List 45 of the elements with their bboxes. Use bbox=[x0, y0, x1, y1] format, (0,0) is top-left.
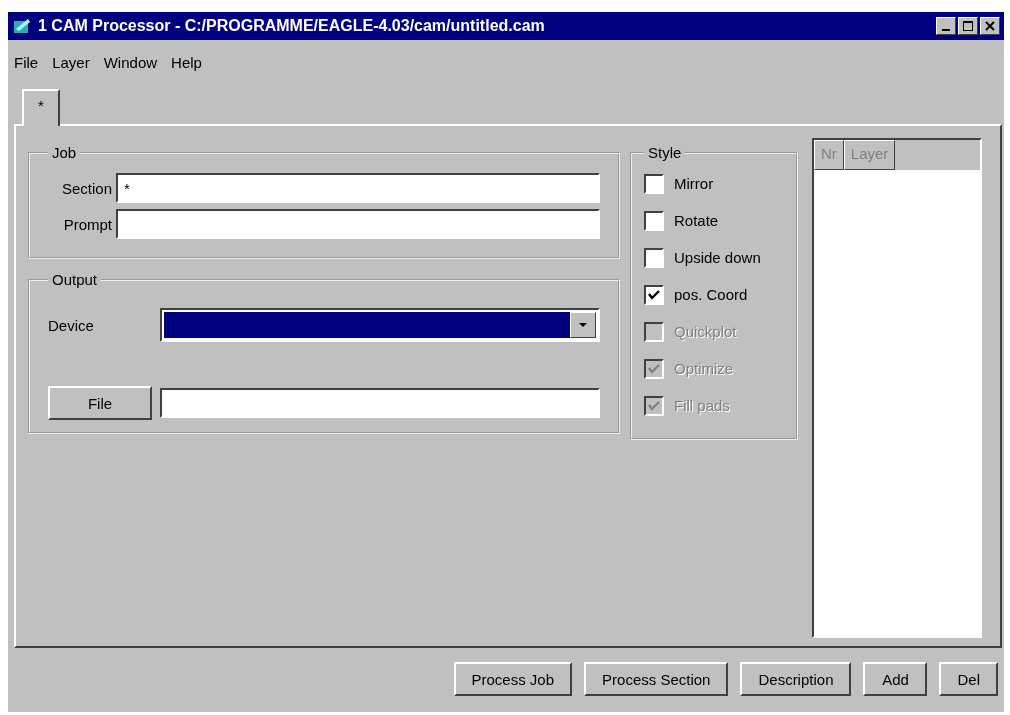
checkbox-label: Optimize bbox=[674, 360, 734, 377]
checkbox-label: Quickplot bbox=[674, 323, 737, 340]
checkbox[interactable] bbox=[644, 173, 664, 194]
check-icon bbox=[648, 363, 660, 374]
maximize-button[interactable] bbox=[958, 17, 978, 35]
close-icon bbox=[985, 21, 995, 31]
action-button[interactable]: Process Job bbox=[453, 662, 573, 696]
check-icon bbox=[648, 400, 660, 411]
file-field[interactable] bbox=[160, 388, 600, 418]
field-label: Prompt bbox=[62, 215, 112, 233]
checkbox[interactable] bbox=[644, 284, 664, 305]
file-button[interactable]: File bbox=[48, 386, 152, 420]
checkbox[interactable] bbox=[644, 247, 664, 268]
minimize-button[interactable] bbox=[936, 17, 956, 35]
app-icon bbox=[12, 17, 32, 35]
tab[interactable]: * bbox=[22, 89, 60, 126]
checkbox[interactable] bbox=[644, 210, 664, 231]
action-button[interactable]: Add bbox=[863, 662, 928, 696]
dropdown-button[interactable] bbox=[570, 312, 596, 338]
check-icon bbox=[648, 289, 660, 300]
section-field[interactable]: * bbox=[116, 173, 600, 203]
minimize-icon bbox=[942, 28, 950, 31]
action-button[interactable]: Del bbox=[939, 662, 998, 696]
menu-item[interactable]: File bbox=[14, 54, 39, 71]
group-title: Style bbox=[647, 144, 683, 161]
caret-icon bbox=[578, 322, 588, 328]
checkbox-label: pos. Coord bbox=[674, 286, 748, 303]
group-title: Output bbox=[51, 271, 99, 288]
field-label: Device bbox=[48, 316, 95, 334]
checkbox-label: Rotate bbox=[674, 212, 719, 229]
window-title: 1 CAM Processor - C:/PROGRAMME/EAGLE-4.03/cam/untitled.cam bbox=[38, 17, 546, 35]
maximize-icon bbox=[963, 21, 973, 31]
menu-item[interactable]: Help bbox=[171, 54, 202, 71]
action-button[interactable]: Process Section bbox=[584, 662, 729, 696]
prompt-field[interactable] bbox=[116, 209, 600, 239]
close-button[interactable] bbox=[980, 17, 1000, 35]
device-dropdown[interactable] bbox=[160, 308, 600, 342]
field-label: Section bbox=[60, 179, 112, 197]
menu-item[interactable]: Layer bbox=[52, 54, 90, 71]
group-title: Job bbox=[51, 144, 78, 161]
checkbox-label: Fill pads bbox=[674, 397, 730, 414]
menu-item[interactable]: Window bbox=[103, 54, 158, 71]
checkbox-label: Mirror bbox=[674, 175, 714, 192]
action-button[interactable]: Description bbox=[740, 662, 852, 696]
checkbox-label: Upside down bbox=[674, 249, 761, 266]
